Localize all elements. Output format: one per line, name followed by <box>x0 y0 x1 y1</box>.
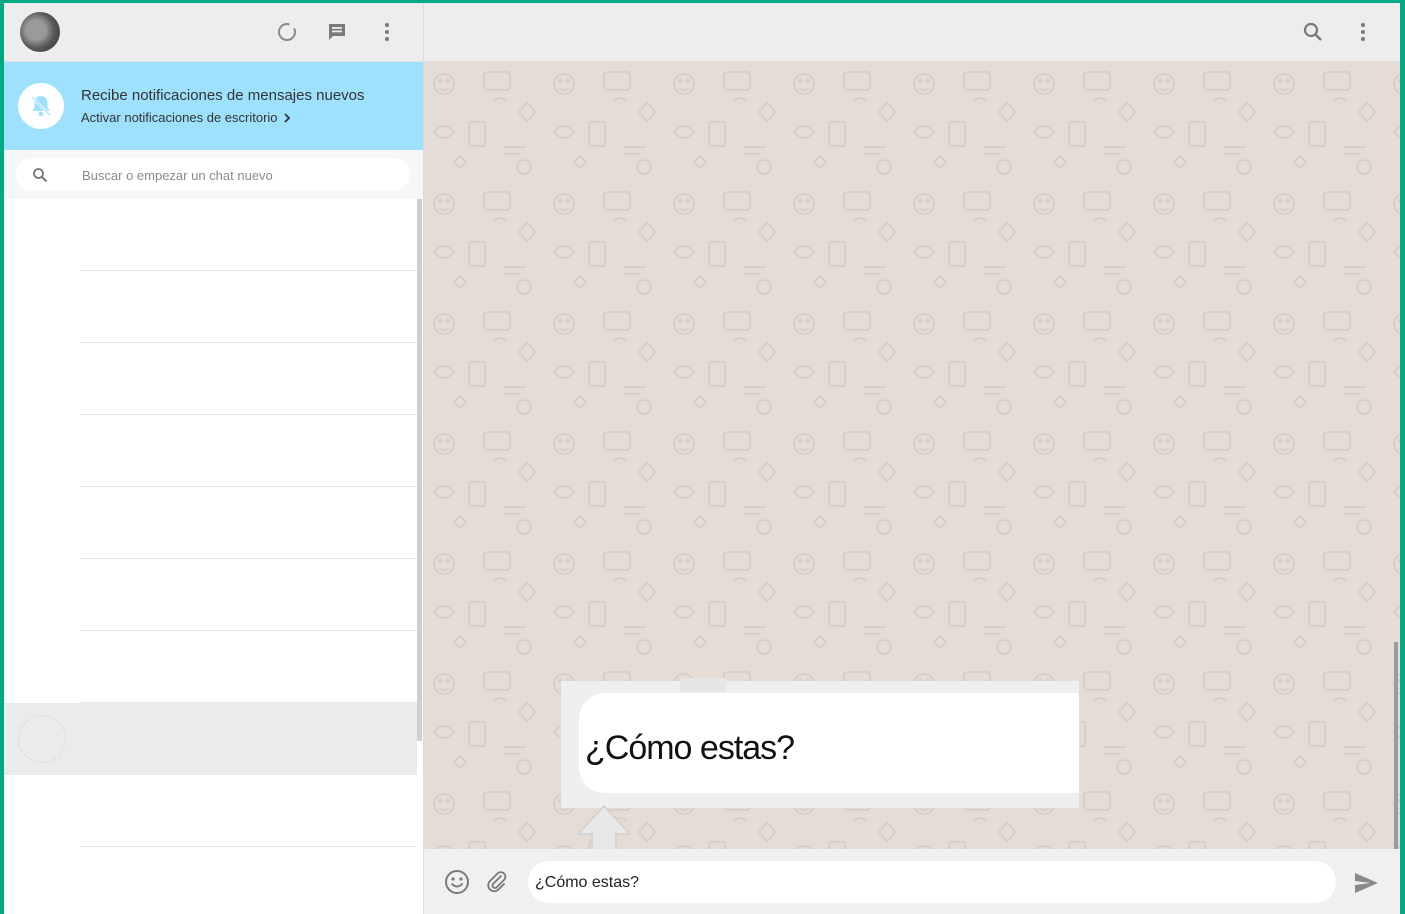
divider <box>80 846 417 847</box>
message-composer <box>528 861 1336 905</box>
arrow-up-icon <box>576 804 632 849</box>
send-icon[interactable] <box>1352 869 1380 897</box>
menu-icon[interactable] <box>1351 20 1375 44</box>
chat-list-item[interactable] <box>4 199 417 271</box>
composer-bar <box>424 849 1400 914</box>
message-input[interactable] <box>533 861 1317 905</box>
zoomed-input-preview: ¿Cómo estas? <box>579 693 1079 793</box>
chat-list-item[interactable] <box>4 487 417 559</box>
sidebar-header <box>4 3 423 62</box>
new-chat-icon[interactable] <box>325 20 349 44</box>
bell-off-icon <box>18 83 64 129</box>
chevron-right-icon <box>283 111 291 126</box>
chat-list <box>4 199 417 914</box>
conversation-panel: ¿Cómo estas? <box>424 3 1400 914</box>
chat-list-item[interactable] <box>4 775 417 847</box>
user-avatar[interactable] <box>20 12 60 52</box>
chat-wallpaper: ¿Cómo estas? <box>424 62 1400 849</box>
menu-icon[interactable] <box>375 20 399 44</box>
status-icon[interactable] <box>275 20 299 44</box>
whatsapp-web-app: Recibe notificaciones de mensajes nuevos… <box>4 3 1400 914</box>
notification-title: Recibe notificaciones de mensajes nuevos <box>81 87 365 104</box>
chat-list-item[interactable] <box>4 271 417 343</box>
conversation-scrollbar[interactable] <box>1394 642 1398 849</box>
attach-icon[interactable] <box>484 869 510 895</box>
chat-list-item-active[interactable] <box>4 703 417 775</box>
emoji-icon[interactable] <box>444 869 470 895</box>
callout-tab <box>680 678 726 692</box>
search-box <box>16 158 410 193</box>
chat-list-item[interactable] <box>4 559 417 631</box>
avatar <box>18 715 66 763</box>
zoomed-text: ¿Cómo estas? <box>585 729 795 767</box>
chat-list-item[interactable] <box>4 343 417 415</box>
search-icon[interactable] <box>1301 20 1325 44</box>
search-bar <box>4 150 423 199</box>
enable-notifications-link[interactable]: Activar notificaciones de escritorio <box>81 110 291 126</box>
zoomed-message-callout: ¿Cómo estas? <box>561 678 1079 808</box>
chat-list-scrollbar[interactable] <box>417 199 422 741</box>
sidebar: Recibe notificaciones de mensajes nuevos… <box>4 3 424 914</box>
search-input[interactable] <box>80 158 394 193</box>
chat-list-item[interactable] <box>4 631 417 703</box>
notification-link-label: Activar notificaciones de escritorio <box>81 110 278 125</box>
chat-list-item[interactable] <box>4 415 417 487</box>
notification-banner: Recibe notificaciones de mensajes nuevos… <box>4 62 423 150</box>
search-icon[interactable] <box>32 167 48 183</box>
conversation-header <box>424 3 1400 62</box>
